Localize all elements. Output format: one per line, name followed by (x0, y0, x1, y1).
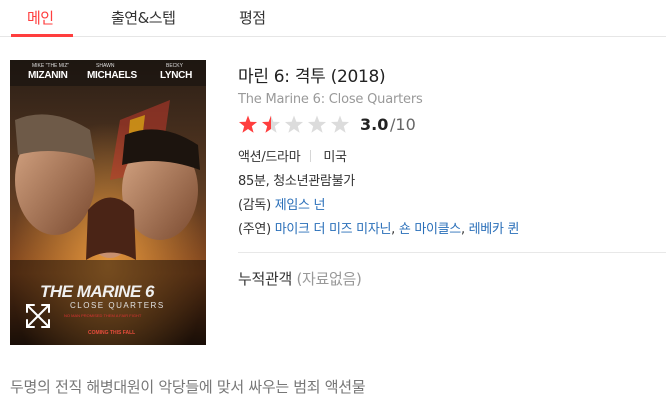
audience-value: (자료없음) (296, 270, 362, 288)
section-divider (238, 252, 666, 253)
star-icon (238, 115, 258, 133)
rating-stars (238, 115, 350, 133)
poster-release: COMING THIS FALL (88, 330, 136, 336)
genre-country-row: 액션/드라마 미국 (238, 146, 347, 165)
poster-logo: THE MARINE 6 (40, 282, 154, 301)
star-icon (284, 115, 304, 133)
tab-main[interactable]: 메인 (27, 7, 54, 28)
star-icon (261, 115, 281, 133)
rating-max: /10 (390, 115, 416, 134)
tab-ratings[interactable]: 평점 (239, 7, 266, 28)
expand-icon[interactable] (24, 302, 52, 330)
cast-link-1[interactable]: 마이크 더 미즈 미자닌 (275, 222, 392, 237)
genre: 액션/드라마 (238, 150, 301, 165)
movie-summary: 두명의 전직 해병대원이 악당들에 맞서 싸우는 범죄 액션물 (10, 378, 366, 396)
poster-name-small-3: BECKY (166, 63, 183, 69)
director-label: (감독) (238, 198, 271, 213)
active-tab-indicator (11, 34, 73, 37)
country: 미국 (323, 150, 347, 165)
original-title: The Marine 6: Close Quarters (238, 92, 423, 107)
poster-name-small-1: MIKE "THE MIZ" (32, 63, 70, 69)
rating-score: 3.0 (360, 115, 389, 134)
audience-label: 누적관객 (238, 270, 293, 288)
tab-cast-crew[interactable]: 출연&스텝 (111, 7, 176, 28)
audience-row: 누적관객 (자료없음) (238, 268, 362, 289)
poster-name-3: LYNCH (160, 70, 193, 81)
runtime-row: 85분, 청소년관람불가 (238, 174, 355, 189)
director-link[interactable]: 제임스 넌 (275, 198, 326, 213)
divider (310, 150, 312, 162)
cast-row: (주연) 마이크 더 미즈 미자닌, 숀 마이클스, 레베카 퀸 (238, 222, 520, 237)
tab-bar: 메인 출연&스텝 평점 (0, 0, 666, 37)
movie-poster[interactable]: MIKE "THE MIZ" SHAWN BECKY MIZANIN MICHA… (10, 60, 206, 345)
movie-title: 마린 6: 격투 (2018) (238, 67, 386, 87)
cast-link-2[interactable]: 숀 마이클스 (399, 222, 461, 237)
cast-link-3[interactable]: 레베카 퀸 (469, 222, 520, 237)
star-icon (307, 115, 327, 133)
star-icon (330, 115, 350, 133)
poster-name-small-2: SHAWN (96, 63, 115, 69)
poster-tagline: NO MAN PROMISED THEM A FAIR FIGHT (64, 313, 142, 318)
poster-logo-sub: CLOSE QUARTERS (70, 301, 165, 310)
poster-name-2: MICHAELS (87, 70, 137, 81)
poster-name-1: MIZANIN (28, 70, 68, 81)
director-row: (감독) 제임스 넌 (238, 194, 326, 213)
cast-label: (주연) (238, 222, 271, 237)
